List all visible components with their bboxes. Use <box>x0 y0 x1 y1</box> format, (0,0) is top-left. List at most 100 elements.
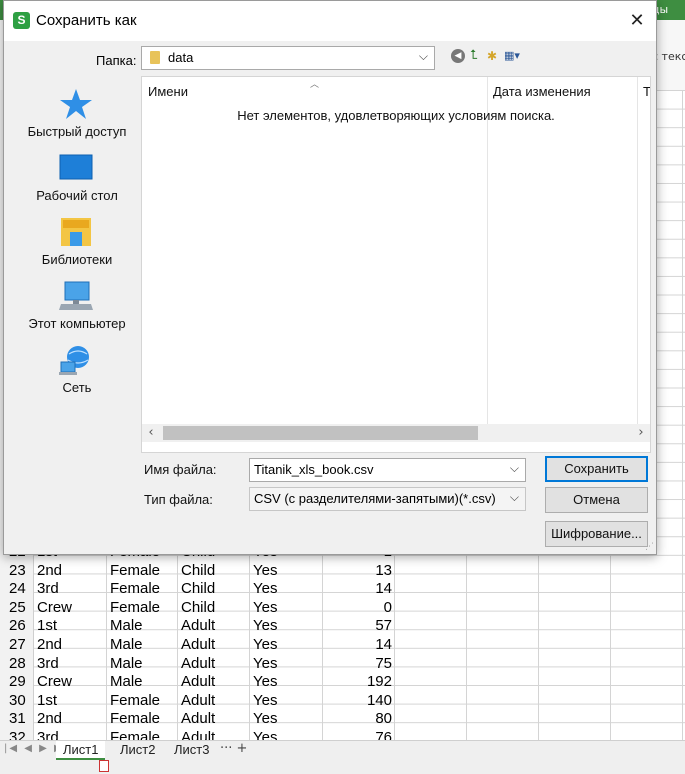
table-row: 23 2nd Female Child Yes 13 <box>0 562 685 581</box>
filename-input[interactable]: Titanik_xls_book.csv ⌵ <box>249 458 526 482</box>
cell-survived[interactable]: Yes <box>253 692 277 711</box>
row-number: 27 <box>9 635 26 653</box>
cell-sex[interactable]: Female <box>110 692 160 711</box>
cell-count[interactable]: 14 <box>322 636 392 655</box>
cell-age[interactable]: Adult <box>181 692 215 711</box>
cell-survived[interactable]: Yes <box>253 673 277 692</box>
cell-class[interactable]: 1st <box>37 692 57 711</box>
filename-label: Имя файла: <box>144 462 217 477</box>
resize-grip-icon[interactable]: ⋰ <box>645 542 654 552</box>
cell-sex[interactable]: Male <box>110 655 143 674</box>
view-menu-icon[interactable]: ▦▾ <box>504 49 526 63</box>
cell-sex[interactable]: Male <box>110 617 143 636</box>
empty-message: Нет элементов, удовлетворяющих условиям … <box>237 108 555 123</box>
filetype-select[interactable]: CSV (с разделителями-запятыми)(*.csv) ⌵ <box>249 487 526 511</box>
encrypt-button[interactable]: Шифрование... <box>545 521 648 547</box>
cell-sex[interactable]: Female <box>110 562 160 581</box>
row-number: 24 <box>9 580 26 598</box>
column-header-name[interactable]: Имени <box>148 77 188 105</box>
sheet-tab-1[interactable]: Лист1 <box>56 741 106 760</box>
add-sheet-button[interactable]: ··· + <box>220 741 247 756</box>
place-network[interactable]: Сеть <box>13 340 141 400</box>
sheet-tab-2[interactable]: Лист2 <box>113 741 162 758</box>
scroll-left-icon[interactable]: ‹ <box>142 424 160 442</box>
cell-class[interactable]: 3rd <box>37 655 59 674</box>
cell-age[interactable]: Adult <box>181 636 215 655</box>
sort-caret-icon: ︿ <box>310 80 320 90</box>
cell-survived[interactable]: Yes <box>253 562 277 581</box>
table-row: 30 1st Female Adult Yes 140 <box>0 692 685 711</box>
file-list[interactable]: ︿ Имени Дата изменения Т Нет элементов, … <box>141 76 651 453</box>
cell-class[interactable]: 2nd <box>37 562 62 581</box>
cell-class[interactable]: 1st <box>37 617 57 636</box>
cell-sex[interactable]: Male <box>110 673 143 692</box>
cell-class[interactable]: 2nd <box>37 636 62 655</box>
cell-count[interactable]: 192 <box>322 673 392 692</box>
cancel-button[interactable]: Отмена <box>545 487 648 513</box>
chevron-down-icon[interactable]: ⌵ <box>419 49 428 64</box>
cell-age[interactable]: Adult <box>181 673 215 692</box>
cell-class[interactable]: Crew <box>37 673 72 692</box>
place-this-pc[interactable]: Этот компьютер <box>13 276 141 336</box>
cell-survived[interactable]: Yes <box>253 599 277 618</box>
row-number: 26 <box>9 617 26 635</box>
place-quick-access[interactable]: Быстрый доступ <box>13 84 141 144</box>
column-header-type[interactable]: Т <box>643 77 650 105</box>
cell-class[interactable]: 2nd <box>37 710 62 729</box>
cell-sex[interactable]: Female <box>110 599 160 618</box>
column-divider[interactable] <box>487 77 488 424</box>
cell-count[interactable]: 14 <box>322 580 392 599</box>
cell-sex[interactable]: Female <box>110 710 160 729</box>
place-label: Этот компьютер <box>28 316 126 331</box>
cell-age[interactable]: Child <box>181 580 215 599</box>
cell-count[interactable]: 140 <box>322 692 392 711</box>
chevron-down-icon[interactable]: ⌵ <box>510 461 519 476</box>
save-button[interactable]: Сохранить <box>545 456 648 482</box>
table-row: 26 1st Male Adult Yes 57 <box>0 617 685 636</box>
cell-survived[interactable]: Yes <box>253 636 277 655</box>
row-number: 25 <box>9 598 26 616</box>
row-number: 28 <box>9 654 26 672</box>
table-row: 29 Crew Male Adult Yes 192 <box>0 673 685 692</box>
cell-class[interactable]: 3rd <box>37 580 59 599</box>
cell-survived[interactable]: Yes <box>253 655 277 674</box>
row-number: 23 <box>9 561 26 579</box>
place-libraries[interactable]: Библиотеки <box>13 212 141 272</box>
chevron-down-icon[interactable]: ⌵ <box>510 490 519 505</box>
cell-count[interactable]: 13 <box>322 562 392 581</box>
scroll-thumb[interactable] <box>163 426 478 440</box>
cell-survived[interactable]: Yes <box>253 617 277 636</box>
cell-class[interactable]: Crew <box>37 599 72 618</box>
table-row: 27 2nd Male Adult Yes 14 <box>0 636 685 655</box>
cell-age[interactable]: Adult <box>181 710 215 729</box>
column-header-date[interactable]: Дата изменения <box>493 77 591 105</box>
sheet-tab-3[interactable]: Лист3 <box>167 741 216 758</box>
cell-count[interactable]: 0 <box>322 599 392 618</box>
status-doc-icon <box>99 760 109 772</box>
back-icon[interactable]: ◀ <box>451 49 465 63</box>
cell-count[interactable]: 75 <box>322 655 392 674</box>
filetype-value: CSV (с разделителями-запятыми)(*.csv) <box>254 491 496 506</box>
column-divider[interactable] <box>637 77 638 424</box>
scroll-right-icon[interactable]: › <box>632 424 650 442</box>
cell-survived[interactable]: Yes <box>253 580 277 599</box>
cell-sex[interactable]: Male <box>110 636 143 655</box>
cell-age[interactable]: Child <box>181 599 215 618</box>
cell-age[interactable]: Child <box>181 562 215 581</box>
cell-count[interactable]: 57 <box>322 617 392 636</box>
data-rows: 221stFemaleChildYes1232ndFemaleChildYes1… <box>0 543 685 748</box>
cell-sex[interactable]: Female <box>110 580 160 599</box>
cell-survived[interactable]: Yes <box>253 710 277 729</box>
close-icon[interactable]: ✕ <box>622 7 652 35</box>
place-desktop[interactable]: Рабочий стол <box>13 148 141 208</box>
up-folder-icon[interactable]: ⮤ <box>470 49 484 63</box>
horizontal-scrollbar[interactable]: ‹ › <box>142 424 650 442</box>
table-row: 28 3rd Male Adult Yes 75 <box>0 655 685 674</box>
place-label: Библиотеки <box>41 252 113 267</box>
folder-select[interactable]: data ⌵ <box>141 46 435 70</box>
cell-count[interactable]: 80 <box>322 710 392 729</box>
new-folder-icon[interactable]: ✱ <box>487 49 501 63</box>
cell-age[interactable]: Adult <box>181 617 215 636</box>
place-label: Быстрый доступ <box>27 124 127 139</box>
cell-age[interactable]: Adult <box>181 655 215 674</box>
